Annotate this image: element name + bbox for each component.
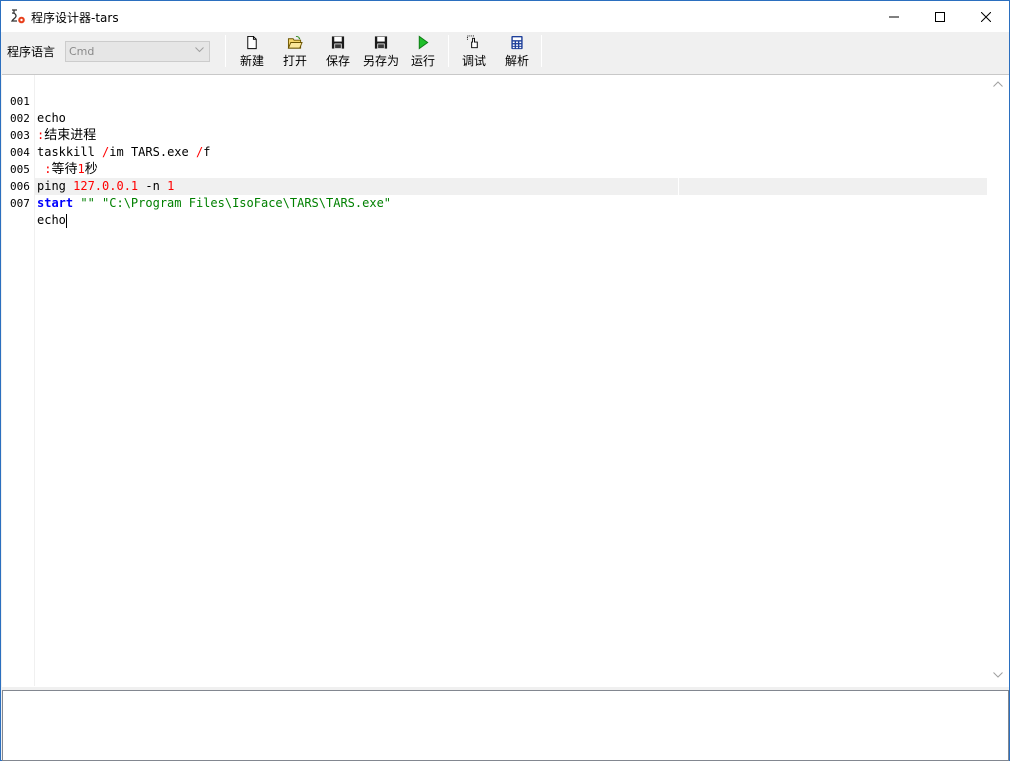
code-line[interactable]: 007 echo — [2, 178, 987, 228]
save-button[interactable]: 保存 — [324, 35, 352, 69]
main-window: 程序设计器-tars 程序语言 Cmd 新建 打开 保存 另存为 运行 调试 解… — [0, 0, 1010, 761]
toolbar-separator — [541, 35, 542, 67]
parse-label: 解析 — [504, 54, 529, 68]
window-title: 程序设计器-tars — [31, 11, 119, 25]
open-folder-icon — [287, 35, 303, 49]
maximize-icon — [935, 11, 945, 22]
new-button[interactable]: 新建 — [238, 35, 266, 69]
parse-button[interactable]: 解析 — [503, 35, 531, 69]
language-value: Cmd — [69, 45, 95, 58]
toolbar-separator — [448, 35, 449, 67]
save-label: 保存 — [325, 54, 350, 68]
save-as-button[interactable]: 另存为 — [362, 35, 400, 69]
new-label: 新建 — [239, 54, 264, 68]
output-panel[interactable] — [2, 690, 1009, 761]
save-as-label: 另存为 — [362, 54, 399, 68]
language-label: 程序语言 — [7, 45, 56, 59]
open-button[interactable]: 打开 — [281, 35, 309, 69]
code-line[interactable]: 004 :等待1秒 — [2, 127, 987, 177]
language-select[interactable]: Cmd — [65, 41, 210, 62]
debug-icon — [466, 35, 478, 49]
code-line[interactable]: 005 ping 127.0.0.1 -n 1 — [2, 144, 987, 193]
scroll-down-icon[interactable] — [993, 672, 1003, 678]
minimize-button[interactable] — [871, 1, 917, 32]
code-line[interactable]: 003 taskkill /im TARS.exe /f — [2, 110, 987, 159]
calculator-icon — [511, 35, 523, 50]
vertical-scrollbar[interactable] — [988, 75, 1009, 686]
close-button[interactable] — [963, 1, 1009, 32]
maximize-button[interactable] — [917, 1, 963, 32]
new-file-icon — [247, 35, 257, 50]
run-button[interactable]: 运行 — [409, 35, 437, 69]
run-icon — [418, 35, 429, 50]
title-bar[interactable]: 程序设计器-tars — [1, 1, 1009, 32]
code-editor[interactable]: 001 echo 002 :结束进程 003 taskkill /im TARS… — [2, 74, 1009, 687]
code-line[interactable]: 002 :结束进程 — [2, 93, 987, 143]
debug-label: 调试 — [461, 54, 486, 68]
chevron-down-icon — [195, 47, 204, 53]
code-line[interactable]: 001 echo — [2, 76, 987, 125]
close-icon — [981, 11, 991, 22]
save-icon — [331, 36, 345, 49]
text-caret — [65, 213, 67, 228]
open-label: 打开 — [282, 54, 307, 68]
toolbar: 程序语言 Cmd 新建 打开 保存 另存为 运行 调试 解析 — [1, 32, 1009, 71]
debug-button[interactable]: 调试 — [460, 35, 488, 69]
code-token: "C:\Program Files\IsoFace\TARS\TARS.exe" — [102, 196, 392, 210]
toolbar-separator — [225, 35, 226, 67]
code-token: "" — [73, 196, 103, 210]
code-line[interactable]: 006 start "" "C:\Program Files\IsoFace\T… — [2, 161, 987, 210]
scroll-up-icon[interactable] — [993, 81, 1003, 87]
run-label: 运行 — [410, 54, 435, 68]
line-number: 007 — [10, 197, 30, 210]
code-token: echo — [37, 213, 66, 227]
gear-flow-icon — [10, 9, 25, 24]
minimize-icon — [889, 16, 899, 17]
save-as-icon — [374, 36, 388, 49]
